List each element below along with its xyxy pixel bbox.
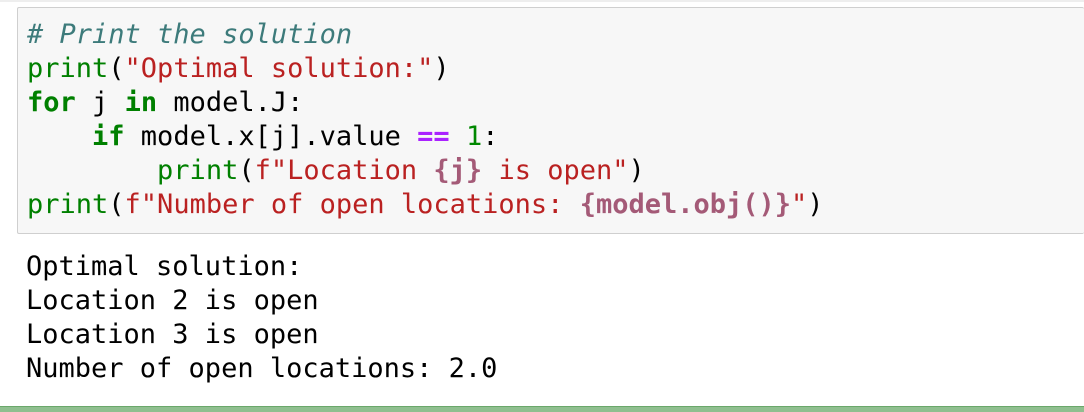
code-token: {j}	[433, 155, 483, 186]
code-token: )	[807, 189, 824, 220]
code-token: if	[92, 121, 125, 152]
code-token: (	[238, 155, 255, 186]
code-token: "	[791, 189, 808, 220]
code-token: model.J:	[157, 87, 304, 118]
cell-output: Optimal solution: Location 2 is open Locat…	[26, 250, 497, 386]
output-line: Location 3 is open	[26, 319, 319, 350]
code-line: if model.x[j].value == 1:	[27, 120, 824, 154]
code-editor[interactable]: # Print the solution print("Optimal solut…	[27, 18, 824, 222]
code-token: model.x[j].value	[124, 121, 418, 152]
next-cell-border	[0, 406, 1084, 412]
code-token: :	[482, 121, 499, 152]
code-cell-input[interactable]: # Print the solution print("Optimal solut…	[17, 7, 1084, 234]
output-line: Optimal solution:	[26, 251, 303, 282]
top-strip	[0, 0, 1084, 2]
code-token: print	[27, 189, 109, 220]
code-token: (	[108, 53, 125, 84]
code-line: # Print the solution	[27, 18, 824, 52]
code-token: print	[27, 53, 109, 84]
code-token: f"Location	[254, 155, 434, 186]
code-token: )	[628, 155, 645, 186]
code-token: 1	[465, 121, 483, 152]
code-token: print	[157, 155, 239, 186]
code-token: "Optimal solution:"	[124, 53, 434, 84]
code-line: print(f"Number of open locations: {model…	[27, 188, 824, 222]
code-token: j	[75, 87, 125, 118]
code-token: in	[124, 87, 158, 118]
code-line: for j in model.J:	[27, 86, 824, 120]
code-line: print("Optimal solution:")	[27, 52, 824, 86]
output-line: Number of open locations: 2.0	[26, 353, 498, 384]
output-line: Location 2 is open	[26, 285, 319, 316]
code-token: )	[433, 53, 450, 84]
code-token: for	[27, 87, 76, 118]
code-token: (	[108, 189, 125, 220]
code-line: print(f"Location {j} is open")	[27, 154, 824, 188]
code-token: is open"	[482, 155, 629, 186]
code-token: f"Number of open locations:	[124, 189, 580, 220]
code-token: # Print the solution	[27, 19, 353, 50]
code-token: {model.obj()}	[579, 189, 792, 220]
code-token: ==	[417, 121, 450, 152]
